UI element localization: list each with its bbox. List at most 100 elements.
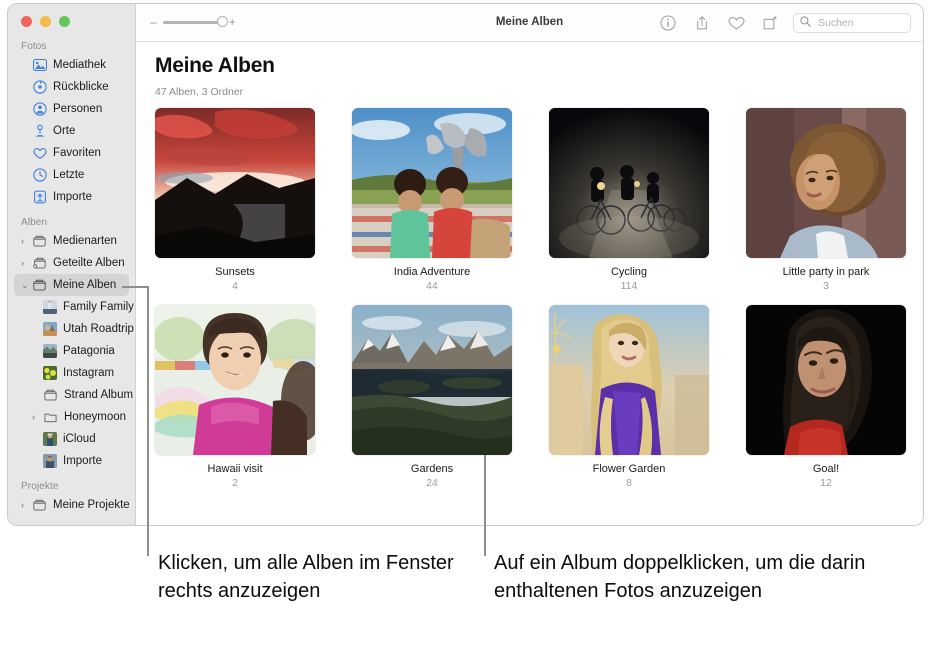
close-button[interactable]: [21, 16, 32, 27]
photo-thumb-patagonia-icon: [43, 344, 57, 358]
album-tile[interactable]: Gardens 24: [352, 305, 512, 489]
album-tile[interactable]: Goal! 12: [746, 305, 906, 489]
sidebar-item-instagram[interactable]: Instagram: [14, 362, 129, 384]
clock-icon: [32, 168, 47, 182]
folder-icon: [43, 410, 58, 424]
chevron-down-icon[interactable]: ⌄: [21, 280, 32, 290]
search-field[interactable]: [793, 13, 911, 33]
favorite-heart-icon[interactable]: [719, 12, 753, 34]
sidebar-item-label: Mediathek: [53, 59, 107, 71]
album-tile[interactable]: Cycling 114: [549, 108, 709, 292]
chevron-right-icon[interactable]: ›: [32, 412, 43, 422]
album-icon: [32, 498, 47, 512]
rotate-icon[interactable]: [753, 12, 787, 34]
sidebar-item-label: Honeymoon: [64, 411, 127, 423]
album-count: 3: [823, 280, 829, 292]
album-icon: [32, 278, 47, 292]
photo-thumb-icloud-icon: [43, 432, 57, 446]
sidebar-item-meine-alben[interactable]: ⌄ Meine Alben: [14, 274, 129, 296]
sidebar-item-label: Orte: [53, 125, 76, 137]
info-icon[interactable]: [651, 12, 685, 34]
album-thumbnail-sunsets[interactable]: [155, 108, 315, 258]
sidebar-item-personen[interactable]: Personen: [14, 98, 129, 120]
sidebar-item-medienarten[interactable]: › Medienarten: [14, 230, 129, 252]
album-thumbnail-cycling[interactable]: [549, 108, 709, 258]
album-tile[interactable]: Little party in park 3: [746, 108, 906, 292]
sidebar-section-projekte-label: Projekte: [21, 481, 59, 492]
toolbar: – + Meine Alben: [136, 4, 923, 42]
album-thumbnail-flower-garden[interactable]: [549, 305, 709, 455]
toolbar-actions: [651, 12, 911, 34]
sidebar-item-label: Favoriten: [53, 147, 101, 159]
album-tile[interactable]: Hawaii visit 2: [155, 305, 315, 489]
album-thumbnail-hawaii-visit[interactable]: [155, 305, 315, 455]
sidebar-item-label: Patagonia: [63, 345, 115, 357]
main-content: Meine Alben 47 Alben, 3 Ordner Sunsets 4…: [136, 42, 923, 525]
sidebar-item-label: Utah Roadtrip: [63, 323, 134, 335]
sidebar-item-family-family[interactable]: Family Family…: [14, 296, 135, 318]
sidebar-item-mediathek[interactable]: Mediathek: [14, 54, 129, 76]
album-tile[interactable]: Sunsets 4: [155, 108, 315, 292]
sidebar-section-alben-label: Alben: [21, 217, 48, 228]
photo-thumb-importe-icon: [43, 454, 57, 468]
sidebar-item-strand-album[interactable]: Strand Album: [14, 384, 133, 406]
sidebar-item-honeymoon[interactable]: › Honeymoon: [14, 406, 129, 428]
heart-icon: [32, 146, 47, 160]
album-thumbnail-goal[interactable]: [746, 305, 906, 455]
sidebar-item-patagonia[interactable]: Patagonia: [14, 340, 129, 362]
album-name: India Adventure: [393, 266, 471, 278]
share-icon[interactable]: [685, 12, 719, 34]
sidebar-item-geteilte-alben[interactable]: › Geteilte Alben: [14, 252, 129, 274]
album-name: Hawaii visit: [207, 463, 263, 475]
callout-left-text: Klicken, um alle Alben im Fenster rechts…: [158, 552, 454, 602]
page-title: Meine Alben: [155, 54, 275, 77]
sidebar-item-importe-top[interactable]: Importe: [14, 186, 129, 208]
sidebar-item-label: Importe: [53, 191, 92, 203]
minimize-button[interactable]: [40, 16, 51, 27]
album-tile[interactable]: Flower Garden 8: [549, 305, 709, 489]
album-count: 114: [620, 280, 638, 292]
window-controls[interactable]: [21, 16, 70, 27]
albums-grid: Sunsets 4 India Adventure 44 Cycling 114…: [155, 108, 913, 489]
sidebar-item-label: Geteilte Alben: [53, 257, 125, 269]
sidebar-section-fotos-label: Fotos: [21, 41, 47, 52]
photo-thumb-instagram-icon: [43, 366, 57, 380]
callout-leader-horizontal-left: [122, 286, 149, 288]
album-name: Little party in park: [782, 266, 870, 278]
album-thumbnail-gardens[interactable]: [352, 305, 512, 455]
album-name: Goal!: [812, 463, 840, 475]
album-count: 4: [232, 280, 238, 292]
sidebar-item-utah-roadtrip[interactable]: Utah Roadtrip: [14, 318, 134, 340]
sidebar-item-label: Personen: [53, 103, 103, 115]
sidebar-item-letzte[interactable]: Letzte: [14, 164, 129, 186]
album-tile[interactable]: India Adventure 44: [352, 108, 512, 292]
callout-leader-vertical-left: [147, 286, 149, 556]
memories-icon: [32, 80, 47, 94]
album-name: Sunsets: [215, 266, 255, 278]
sidebar-item-label: Meine Alben: [53, 279, 117, 291]
chevron-right-icon[interactable]: ›: [21, 236, 32, 246]
sidebar-item-label: Letzte: [53, 169, 85, 181]
photos-app-window: Fotos Mediathek Rückblicke Personen Orte: [8, 4, 923, 525]
search-input[interactable]: [816, 16, 904, 30]
sidebar-item-label: Medienarten: [53, 235, 117, 247]
places-pin-icon: [32, 124, 47, 138]
sidebar-item-rueckblicke[interactable]: Rückblicke: [14, 76, 129, 98]
sidebar-item-label: iCloud: [63, 433, 96, 445]
album-thumbnail-india-adventure[interactable]: [352, 108, 512, 258]
album-count: 2: [232, 477, 238, 489]
sidebar-item-icloud[interactable]: iCloud: [14, 428, 129, 450]
album-count: 12: [820, 477, 832, 489]
sidebar-item-favoriten[interactable]: Favoriten: [14, 142, 129, 164]
library-icon: [32, 58, 47, 72]
sidebar-item-meine-projekte[interactable]: › Meine Projekte: [14, 494, 130, 516]
zoom-button[interactable]: [59, 16, 70, 27]
photo-thumb-utah-icon: [43, 322, 57, 336]
sidebar-item-importe-album[interactable]: Importe: [14, 450, 129, 472]
album-count: 44: [426, 280, 438, 292]
chevron-right-icon[interactable]: ›: [21, 258, 32, 268]
sidebar-item-orte[interactable]: Orte: [14, 120, 129, 142]
album-thumbnail-little-party-in-park[interactable]: [746, 108, 906, 258]
chevron-right-icon[interactable]: ›: [21, 500, 32, 510]
